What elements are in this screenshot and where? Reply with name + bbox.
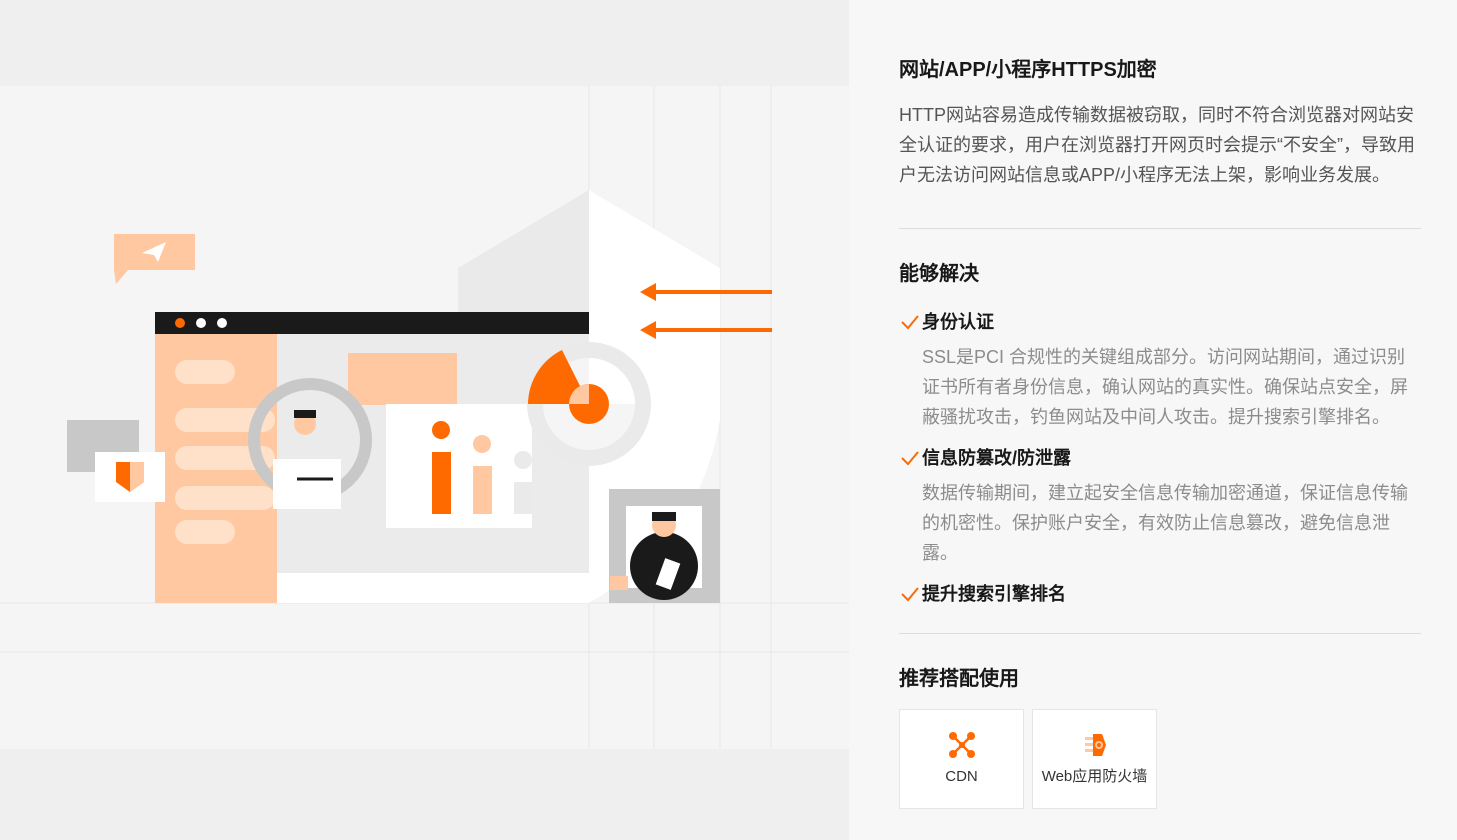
- check-icon: [901, 315, 919, 330]
- feature-item-seo-ranking: 提升搜索引擎排名: [899, 580, 1421, 608]
- content-panel: 网站/APP/小程序HTTPS加密 HTTP网站容易造成传输数据被窃取，同时不符…: [849, 0, 1457, 840]
- stats-card: [386, 404, 532, 528]
- feature-description: 数据传输期间，建立起安全信息传输加密通道，保证信息传输的机密性。保护账户安全，有…: [922, 483, 1408, 563]
- divider: [899, 228, 1421, 229]
- solve-title: 能够解决: [899, 263, 979, 285]
- feature-title: 信息防篡改/防泄露: [922, 448, 1072, 468]
- paper-plane-icon: [114, 234, 195, 284]
- recommend-card-cdn[interactable]: CDN: [899, 709, 1024, 809]
- feature-title: 身份认证: [922, 312, 994, 332]
- content-column: 网站/APP/小程序HTTPS加密 HTTP网站容易造成传输数据被窃取，同时不符…: [899, 56, 1421, 809]
- cdn-icon: [948, 732, 975, 758]
- check-icon: [901, 587, 919, 602]
- section-title: 网站/APP/小程序HTTPS加密: [899, 59, 1157, 81]
- recommend-cards: CDN Web应用防火墙: [899, 709, 1421, 809]
- divider: [899, 633, 1421, 634]
- card-label: Web应用防火墙: [1041, 768, 1148, 785]
- https-security-illustration: [0, 86, 849, 749]
- feature-description: SSL是PCI 合规性的关键组成部分。访问网站期间，通过识别证书所有者身份信息，…: [922, 347, 1408, 427]
- card-label: CDN: [945, 768, 978, 785]
- feature-item-tamper-proof: 信息防篡改/防泄露 数据传输期间，建立起安全信息传输加密通道，保证信息传输的机密…: [899, 444, 1421, 568]
- firewall-icon: [1084, 734, 1106, 756]
- feature-title: 提升搜索引擎排名: [922, 584, 1066, 604]
- section-description: HTTP网站容易造成传输数据被窃取，同时不符合浏览器对网站安全认证的要求，用户在…: [899, 105, 1415, 185]
- illustration-panel: [0, 0, 849, 840]
- recommend-card-waf[interactable]: Web应用防火墙: [1032, 709, 1157, 809]
- feature-item-identity: 身份认证 SSL是PCI 合规性的关键组成部分。访问网站期间，通过识别证书所有者…: [899, 308, 1421, 432]
- check-icon: [901, 451, 919, 466]
- recommend-title: 推荐搭配使用: [899, 668, 1019, 690]
